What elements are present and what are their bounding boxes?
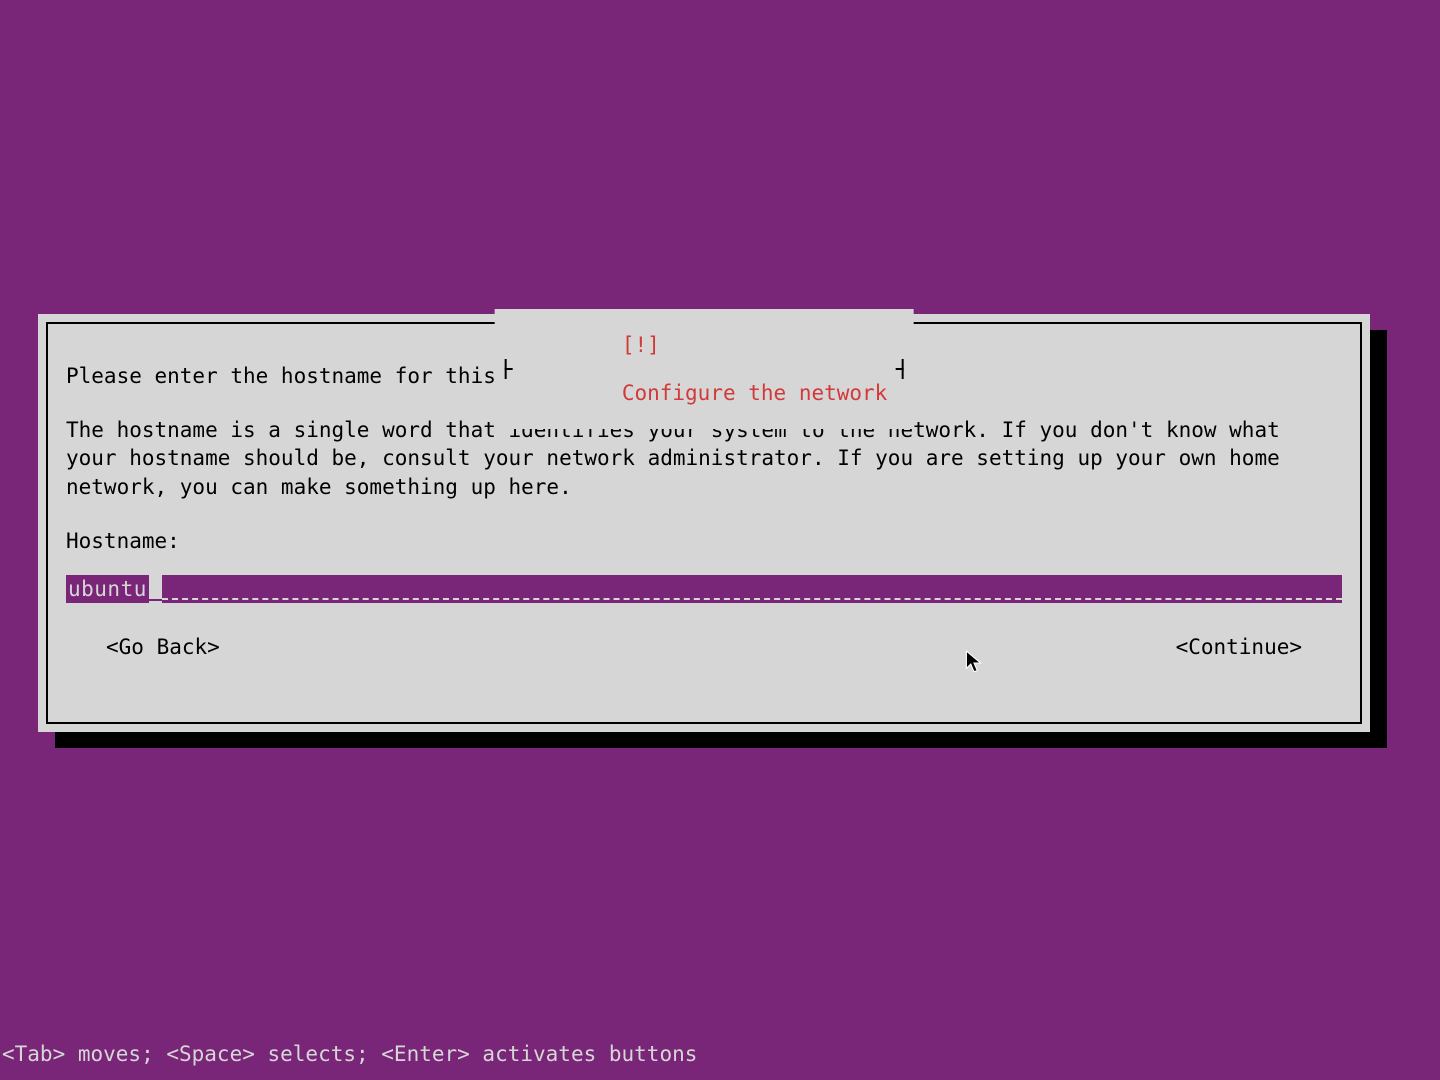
dialog-title-bar: [!] Configure the network	[495, 309, 914, 429]
button-row: <Go Back> <Continue>	[66, 635, 1342, 659]
title-notch-left-icon	[505, 357, 513, 381]
hostname-input[interactable]: ubuntu	[66, 575, 1342, 603]
continue-button[interactable]: <Continue>	[1176, 635, 1302, 659]
dialog-box: [!] Configure the network Please enter t…	[46, 322, 1362, 724]
dialog-title-marker: [!]	[622, 333, 660, 357]
dialog-window: [!] Configure the network Please enter t…	[38, 314, 1370, 732]
help-bar: <Tab> moves; <Space> selects; <Enter> ac…	[2, 1042, 697, 1066]
text-cursor-icon	[149, 575, 162, 603]
hostname-label: Hostname:	[66, 529, 1342, 553]
hostname-value: ubuntu	[66, 575, 149, 603]
dialog-title-text: Configure the network	[622, 381, 888, 405]
input-fill-icon	[162, 575, 1342, 603]
go-back-button[interactable]: <Go Back>	[106, 635, 220, 659]
title-notch-right-icon	[895, 357, 903, 381]
